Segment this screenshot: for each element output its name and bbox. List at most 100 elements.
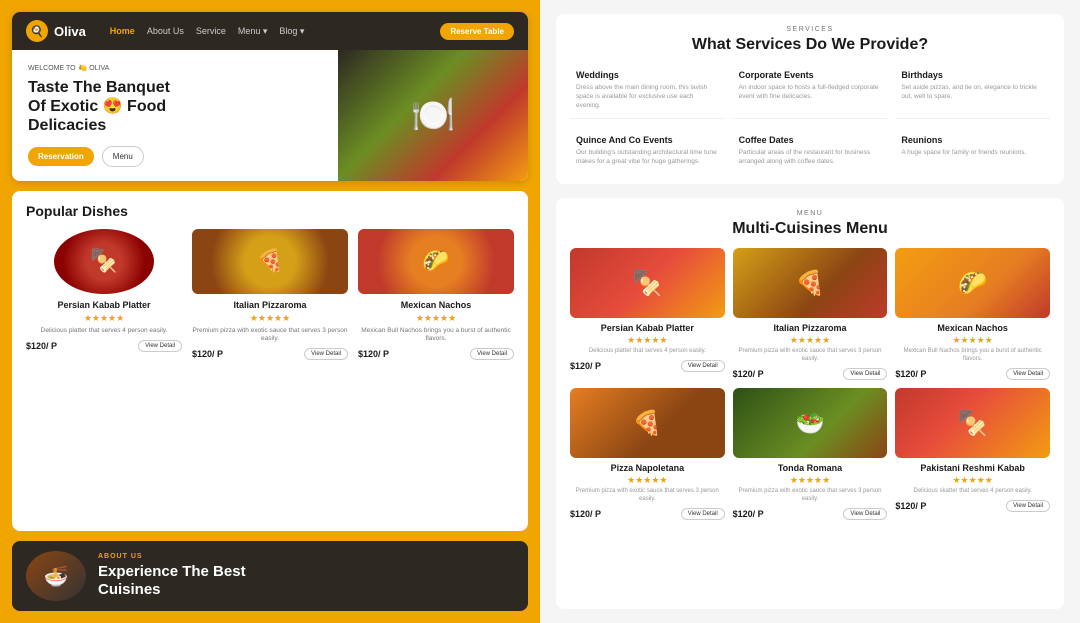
menu-stars-4: ★★★★★ [733, 475, 888, 486]
menu-view-detail-3[interactable]: View Detail [681, 508, 725, 520]
menu-price-4: $120/ P [733, 509, 764, 519]
dish-price-row-2: $120/ P View Detail [358, 348, 514, 360]
nav-service[interactable]: Service [196, 26, 226, 37]
about-strip: 🍜 ABOUT US Experience The Best Cuisines [12, 541, 528, 611]
dish-card-0: 🍢 Persian Kabab Platter ★★★★★ Delicious … [26, 229, 182, 361]
service-item-3: Quince And Co Events Our building's outs… [570, 127, 725, 172]
hero-left: WELCOME TO 🍋 OLIVA Taste The Banquet Of … [12, 50, 338, 181]
service-item-2: Birthdays Set aside pizzas, and tie on, … [895, 64, 1050, 119]
dishes-grid: 🍢 Persian Kabab Platter ★★★★★ Delicious … [26, 229, 514, 361]
service-name-4: Coffee Dates [739, 135, 882, 145]
dish-price-0: $120/ P [26, 341, 57, 351]
menu-price-0: $120/ P [570, 361, 601, 371]
welcome-brand: 🍋 OLIVA [79, 64, 110, 72]
menu-view-detail-0[interactable]: View Detail [681, 360, 725, 372]
about-image: 🍜 [26, 551, 86, 601]
menu-item-4: 🥗 Tonda Romana ★★★★★ Premium pizza with … [733, 388, 888, 520]
dish-stars-2: ★★★★★ [358, 313, 514, 324]
menu-item-3: 🍕 Pizza Napoletana ★★★★★ Premium pizza w… [570, 388, 725, 520]
service-desc-4: Particular areas of the restaurant for b… [739, 148, 882, 166]
logo-text: Oliva [54, 24, 86, 39]
menu-image-4: 🥗 [733, 388, 888, 458]
dish-image-0: 🍢 [54, 229, 154, 294]
menu-view-detail-5[interactable]: View Detail [1006, 500, 1050, 512]
about-title-line2: Cuisines [98, 581, 161, 598]
dish-price-1: $120/ P [192, 349, 223, 359]
service-name-5: Reunions [901, 135, 1044, 145]
dish-name-2: Mexican Nachos [358, 300, 514, 310]
menu-view-detail-2[interactable]: View Detail [1006, 368, 1050, 380]
view-detail-button-0[interactable]: View Detail [138, 340, 182, 352]
menu-title: Multi-Cuisines Menu [570, 220, 1050, 238]
service-name-1: Corporate Events [739, 70, 882, 80]
menu-desc-2: Mexican Bull Nachos brings you a burst o… [895, 348, 1050, 364]
menu-price-row-3: $120/ P View Detail [570, 508, 725, 520]
menu-image-0: 🍢 [570, 248, 725, 318]
menu-label: MENU [570, 210, 1050, 217]
menu-price-row-4: $120/ P View Detail [733, 508, 888, 520]
menu-name-1: Italian Pizzaroma [733, 323, 888, 333]
menu-image-3: 🍕 [570, 388, 725, 458]
nav-menu[interactable]: Menu ▾ [238, 26, 268, 37]
about-title: Experience The Best Cuisines [98, 563, 514, 599]
menu-price-2: $120/ P [895, 369, 926, 379]
menu-button[interactable]: Menu [102, 146, 144, 167]
menu-price-3: $120/ P [570, 509, 601, 519]
menu-name-0: Persian Kabab Platter [570, 323, 725, 333]
menu-price-row-5: $120/ P View Detail [895, 500, 1050, 512]
menu-image-2: 🌮 [895, 248, 1050, 318]
view-detail-button-2[interactable]: View Detail [470, 348, 514, 360]
popular-dishes-section: Popular Dishes 🍢 Persian Kabab Platter ★… [12, 191, 528, 531]
menu-price-1: $120/ P [733, 369, 764, 379]
website-mockup-card: 🍳 Oliva Home About Us Service Menu ▾ Blo… [12, 12, 528, 181]
menu-stars-3: ★★★★★ [570, 475, 725, 486]
service-item-0: Weddings Dress above the main dining roo… [570, 64, 725, 119]
menu-name-2: Mexican Nachos [895, 323, 1050, 333]
hero-title-line1: Taste The Banquet [28, 79, 170, 96]
service-desc-1: An indoor space to hosts a full-fledged … [739, 83, 882, 101]
hero-title: Taste The Banquet Of Exotic 😍 Food Delic… [28, 78, 322, 136]
menu-name-5: Pakistani Reshmi Kabab [895, 463, 1050, 473]
menu-price-row-0: $120/ P View Detail [570, 360, 725, 372]
nav-reserve-button[interactable]: Reserve Table [440, 23, 514, 40]
dish-desc-2: Mexican Bull Nachos brings you a burst o… [358, 327, 514, 344]
nav-blog[interactable]: Blog ▾ [279, 26, 304, 37]
menu-item-1: 🍕 Italian Pizzaroma ★★★★★ Premium pizza … [733, 248, 888, 380]
nav-home[interactable]: Home [110, 26, 135, 37]
logo-icon: 🍳 [26, 20, 48, 42]
menu-view-detail-1[interactable]: View Detail [843, 368, 887, 380]
service-item-4: Coffee Dates Particular areas of the res… [733, 127, 888, 172]
menu-name-3: Pizza Napoletana [570, 463, 725, 473]
menu-name-4: Tonda Romana [733, 463, 888, 473]
service-name-2: Birthdays [901, 70, 1044, 80]
service-name-3: Quince And Co Events [576, 135, 719, 145]
services-section: SERVICES What Services Do We Provide? We… [556, 14, 1064, 184]
reservation-button[interactable]: Reservation [28, 147, 94, 166]
nav-about[interactable]: About Us [147, 26, 184, 37]
dish-price-row-0: $120/ P View Detail [26, 340, 182, 352]
dish-name-1: Italian Pizzaroma [192, 300, 348, 310]
right-panel: SERVICES What Services Do We Provide? We… [540, 0, 1080, 623]
service-name-0: Weddings [576, 70, 719, 80]
dish-stars-0: ★★★★★ [26, 313, 182, 324]
dish-card-1: 🍕 Italian Pizzaroma ★★★★★ Premium pizza … [192, 229, 348, 361]
menu-price-5: $120/ P [895, 501, 926, 511]
menu-stars-0: ★★★★★ [570, 335, 725, 346]
dish-price-row-1: $120/ P View Detail [192, 348, 348, 360]
menu-view-detail-4[interactable]: View Detail [843, 508, 887, 520]
menu-grid: 🍢 Persian Kabab Platter ★★★★★ Delicious … [570, 248, 1050, 519]
hero-right: 🍽️ [338, 50, 528, 181]
menu-item-0: 🍢 Persian Kabab Platter ★★★★★ Delicious … [570, 248, 725, 380]
service-desc-0: Dress above the main dining room, this l… [576, 83, 719, 110]
service-desc-5: A huge space for family or friends reuni… [901, 148, 1044, 157]
hero-food-image: 🍽️ [338, 50, 528, 181]
dish-image-1: 🍕 [192, 229, 348, 294]
welcome-text: WELCOME TO [28, 65, 76, 72]
dish-name-0: Persian Kabab Platter [26, 300, 182, 310]
hero-section: WELCOME TO 🍋 OLIVA Taste The Banquet Of … [12, 50, 528, 181]
view-detail-button-1[interactable]: View Detail [304, 348, 348, 360]
service-item-1: Corporate Events An indoor space to host… [733, 64, 888, 119]
service-item-5: Reunions A huge space for family or frie… [895, 127, 1050, 172]
menu-item-2: 🌮 Mexican Nachos ★★★★★ Mexican Bull Nach… [895, 248, 1050, 380]
service-desc-3: Our building's outstanding architectural… [576, 148, 719, 166]
